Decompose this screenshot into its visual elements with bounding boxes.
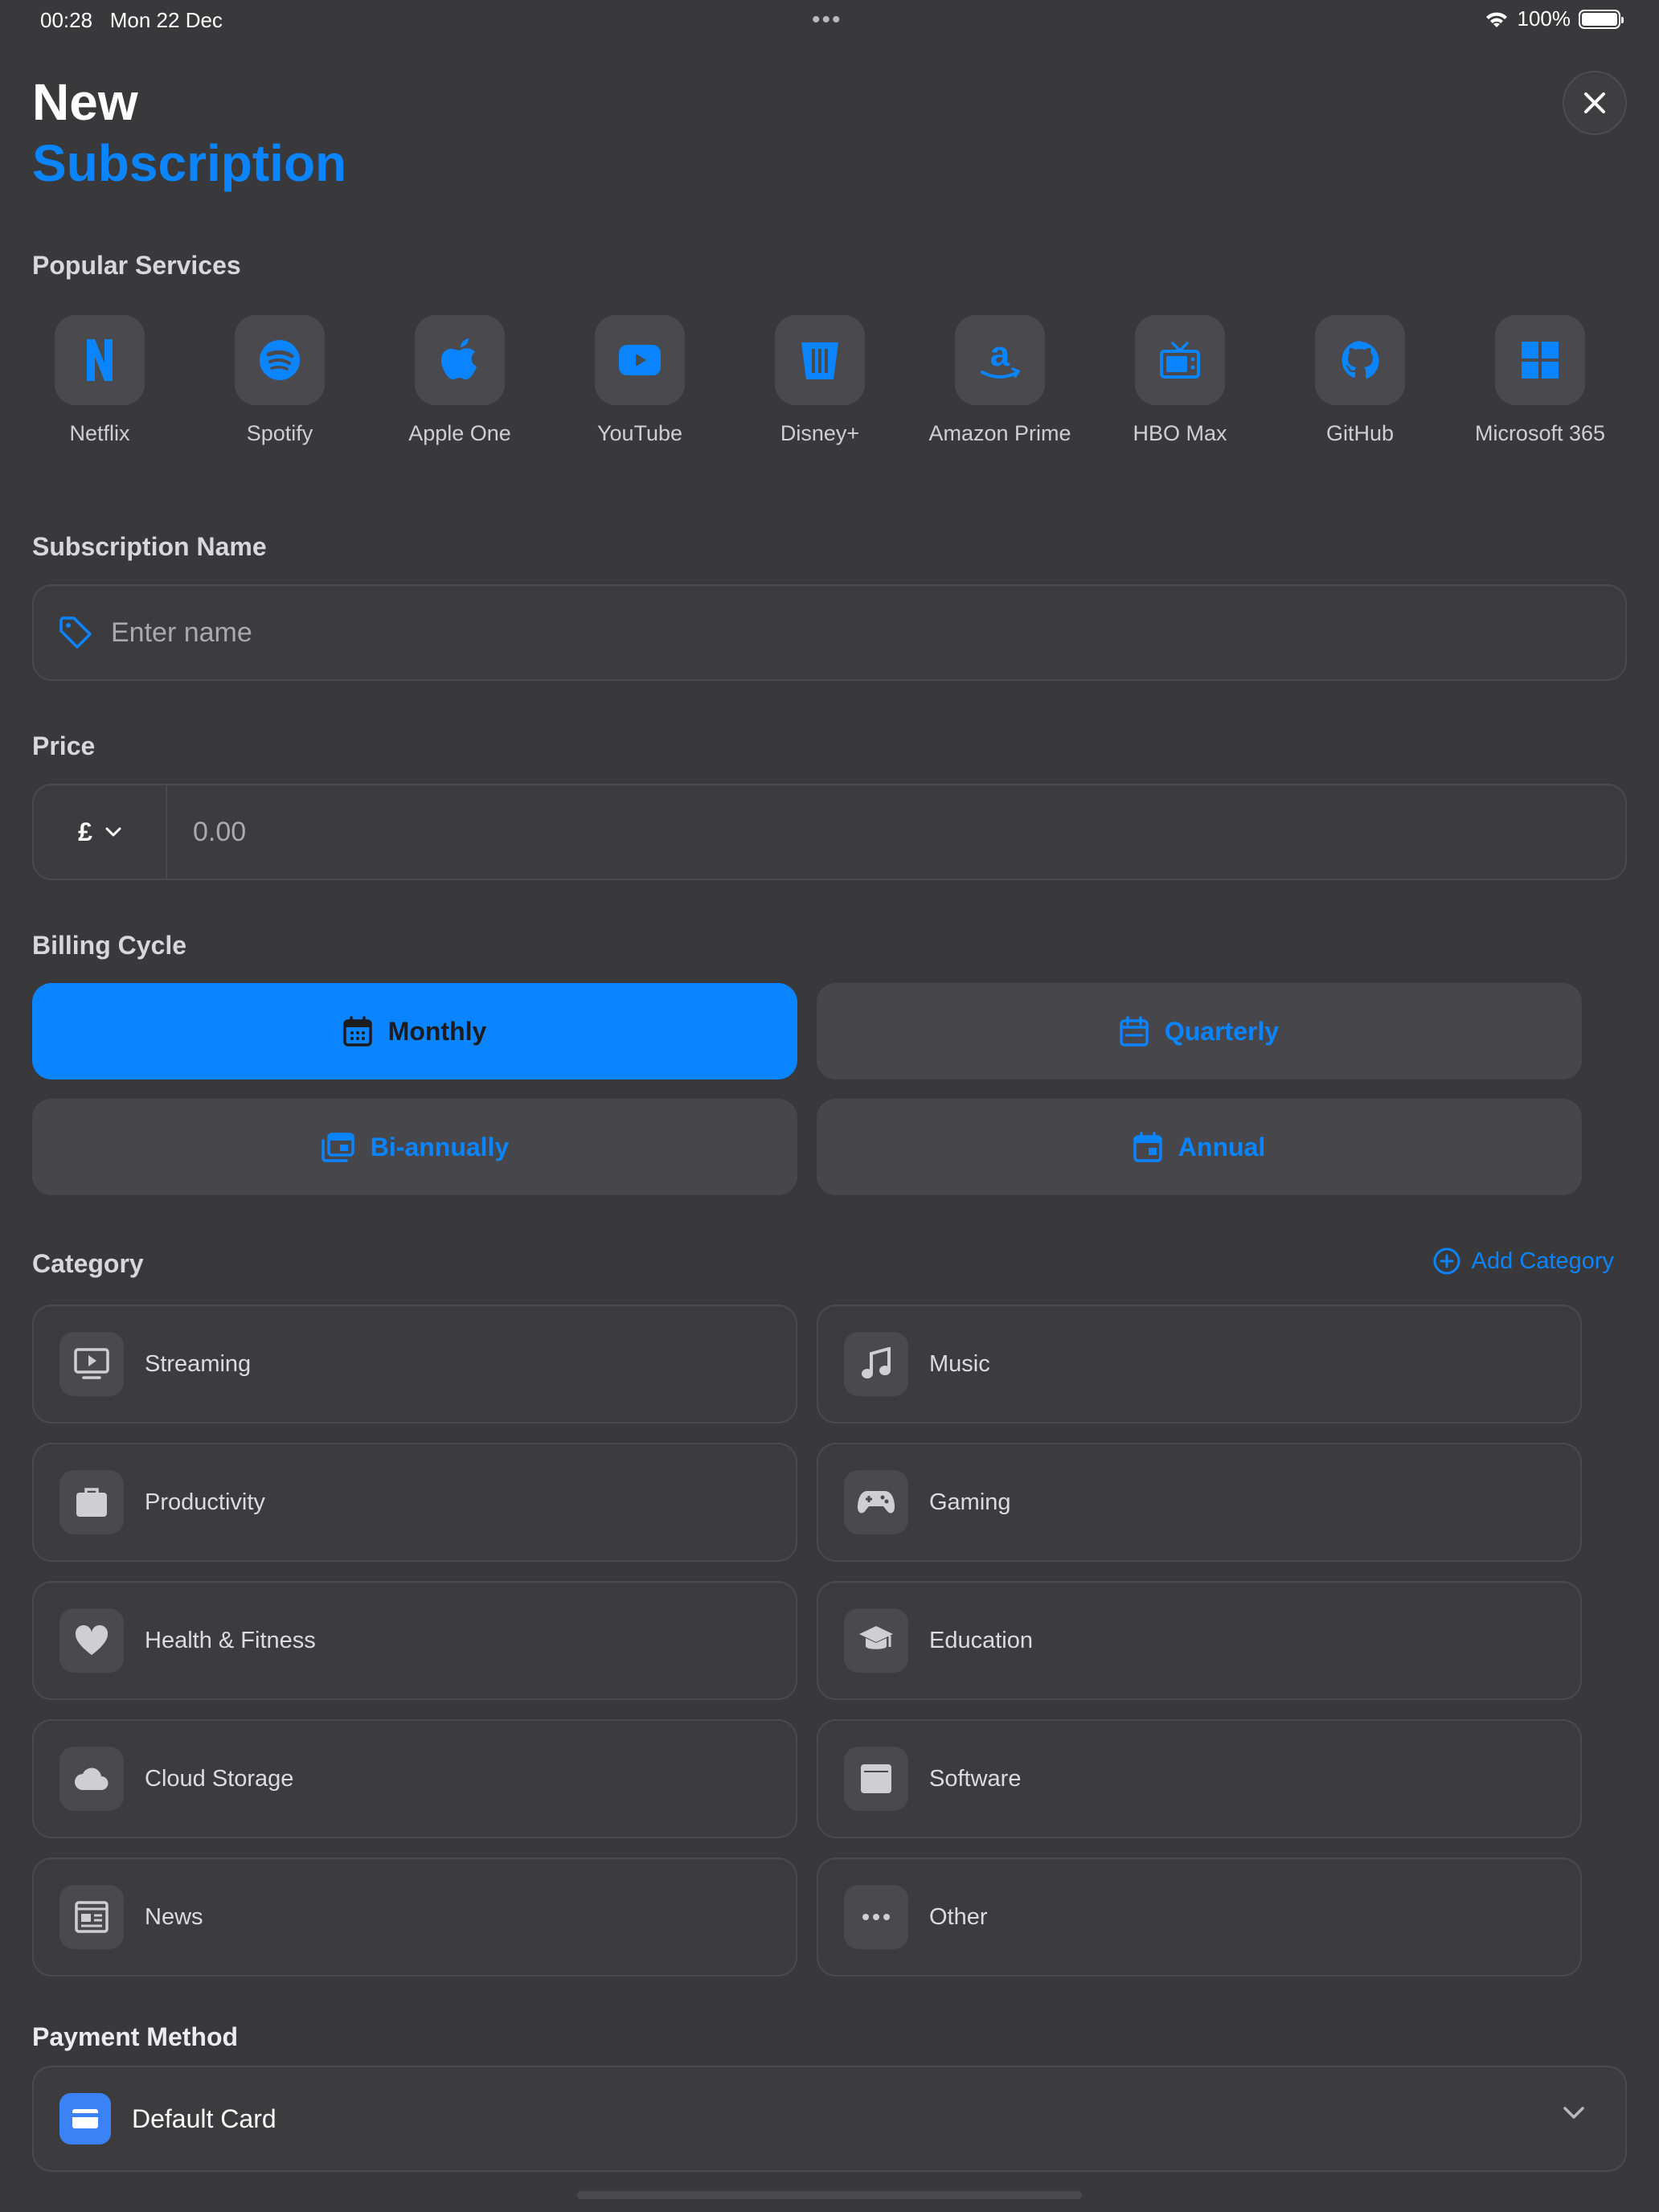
play-screen-icon (74, 1348, 109, 1379)
billing-biannually-button[interactable]: Bi-annually (32, 1099, 797, 1195)
category-cloud-storage[interactable]: Cloud Storage (32, 1719, 797, 1838)
home-indicator[interactable] (577, 2191, 1082, 2199)
billing-monthly-button[interactable]: Monthly (32, 983, 797, 1079)
price-field: £ 0.00 (32, 784, 1627, 880)
subscription-name-label: Subscription Name (32, 532, 267, 561)
cloud-icon (75, 1768, 109, 1790)
service-disney[interactable]: Disney+ (739, 315, 900, 446)
close-icon (1584, 92, 1605, 113)
status-indicators: 100% (1484, 6, 1624, 31)
category-label: Category (32, 1249, 144, 1278)
category-gaming[interactable]: Gaming (817, 1443, 1582, 1562)
payment-method-label: Payment Method (32, 2022, 239, 2051)
tag-icon (59, 616, 92, 649)
microsoft-icon (1522, 342, 1559, 379)
service-netflix[interactable]: Netflix (19, 315, 180, 446)
credit-card-icon (72, 2109, 98, 2128)
netflix-icon (87, 339, 113, 381)
add-category-button[interactable]: Add Category (1433, 1247, 1614, 1275)
category-health-fitness[interactable]: Health & Fitness (32, 1581, 797, 1700)
graduation-cap-icon (859, 1626, 893, 1649)
category-streaming[interactable]: Streaming (32, 1305, 797, 1423)
service-amazon-prime[interactable]: a Amazon Prime (920, 315, 1080, 446)
ellipsis-icon (862, 1914, 890, 1920)
subscription-name-placeholder: Enter name (111, 616, 252, 648)
newspaper-icon (75, 1901, 109, 1933)
disney-icon (801, 342, 838, 379)
briefcase-icon (76, 1488, 107, 1517)
tv-icon (1160, 342, 1200, 379)
battery-percent: 100% (1517, 6, 1571, 31)
calendar-icon (342, 1016, 372, 1047)
price-label: Price (32, 731, 96, 760)
calendar-icon (1133, 1132, 1162, 1162)
payment-method-selector[interactable]: Default Card (32, 2066, 1627, 2172)
currency-selector[interactable]: £ (34, 785, 167, 879)
amazon-icon: a (981, 337, 1021, 379)
music-note-icon (862, 1347, 891, 1378)
category-other[interactable]: Other (817, 1858, 1582, 1976)
window-icon (861, 1764, 891, 1793)
category-productivity[interactable]: Productivity (32, 1443, 797, 1562)
subscription-name-input[interactable]: Enter name (32, 584, 1627, 681)
wifi-icon (1485, 11, 1507, 27)
youtube-icon (619, 345, 661, 375)
apple-icon (441, 338, 477, 379)
chevron-down-icon (105, 827, 121, 837)
billing-cycle-label: Billing Cycle (32, 931, 187, 960)
plus-circle-icon (1433, 1247, 1460, 1275)
close-button[interactable] (1563, 71, 1627, 135)
calendar-icon (1120, 1016, 1149, 1047)
service-microsoft-365[interactable]: Microsoft 365 (1460, 315, 1620, 446)
category-software[interactable]: Software (817, 1719, 1582, 1838)
heart-icon (75, 1624, 109, 1655)
payment-method-value: Default Card (132, 2103, 276, 2133)
status-time: 00:28 Mon 22 Dec (40, 8, 223, 32)
service-github[interactable]: GitHub (1280, 315, 1440, 446)
popular-services-label: Popular Services (32, 251, 241, 280)
svg-text:a: a (990, 337, 1010, 374)
github-icon (1342, 341, 1379, 379)
category-news[interactable]: News (32, 1858, 797, 1976)
service-spotify[interactable]: Spotify (199, 315, 360, 446)
battery-icon (1579, 9, 1624, 29)
page-title-new: New (32, 73, 138, 131)
service-youtube[interactable]: YouTube (559, 315, 720, 446)
billing-quarterly-button[interactable]: Quarterly (817, 983, 1582, 1079)
multitasking-dots-icon[interactable]: ••• (812, 6, 842, 34)
category-education[interactable]: Education (817, 1581, 1582, 1700)
chevron-down-icon (1563, 2107, 1584, 2119)
spotify-icon (260, 340, 300, 380)
calendar-stack-icon (322, 1133, 354, 1162)
category-music[interactable]: Music (817, 1305, 1582, 1423)
service-hbo-max[interactable]: HBO Max (1100, 315, 1260, 446)
billing-annual-button[interactable]: Annual (817, 1099, 1582, 1195)
page-title-subscription: Subscription (32, 134, 347, 192)
price-input[interactable]: 0.00 (193, 817, 246, 848)
currency-symbol: £ (78, 817, 92, 846)
gamepad-icon (858, 1491, 895, 1514)
service-apple-one[interactable]: Apple One (379, 315, 540, 446)
